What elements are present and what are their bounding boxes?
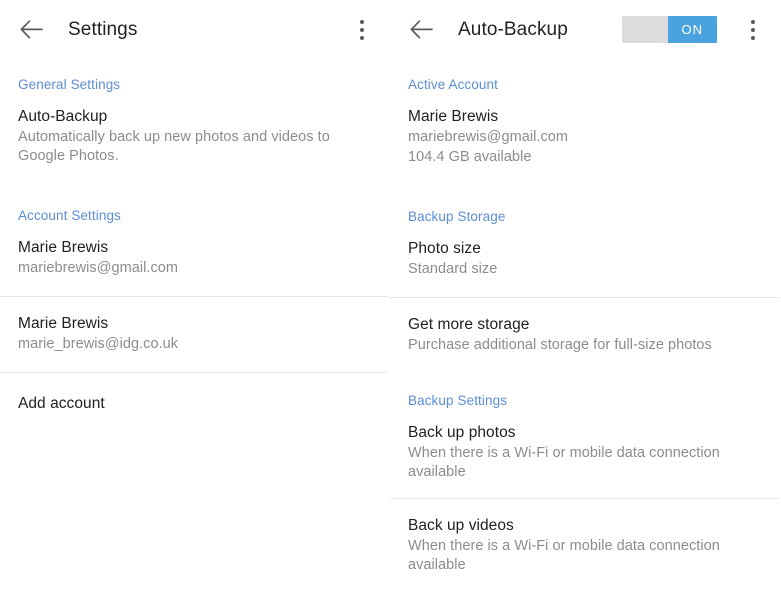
row-active-account[interactable]: Marie Brewis mariebrewis@gmail.com 104.4… <box>390 96 781 179</box>
row-title: Marie Brewis <box>18 239 109 256</box>
toggle-state-label: ON <box>681 22 704 37</box>
row-title: Auto-Backup <box>18 108 108 125</box>
more-vertical-icon <box>751 18 755 42</box>
page-title: Settings <box>68 18 138 40</box>
row-title: Marie Brewis <box>18 315 109 332</box>
settings-content: General Settings Auto-Backup Automatical… <box>0 59 390 434</box>
row-get-more-storage[interactable]: Get more storage Purchase additional sto… <box>390 298 781 373</box>
back-button[interactable] <box>8 7 54 53</box>
overflow-menu-button[interactable] <box>733 6 773 54</box>
overflow-dot <box>360 27 364 32</box>
row-auto-backup[interactable]: Auto-Backup Automatically back up new ph… <box>0 96 390 178</box>
section-header-backup-storage: Backup Storage <box>408 209 506 224</box>
settings-appbar: Settings <box>0 0 390 59</box>
row-back-up-photos[interactable]: Back up photos When there is a Wi-Fi or … <box>390 412 781 498</box>
page-title: Auto-Backup <box>458 18 568 40</box>
auto-backup-content: Active Account Marie Brewis mariebrewis@… <box>390 59 781 587</box>
row-subtitle: mariebrewis@gmail.com <box>18 260 178 276</box>
settings-panel: Settings General Settings Auto-Backup Au… <box>0 0 390 590</box>
row-back-up-videos[interactable]: Back up videos When there is a Wi-Fi or … <box>390 499 781 587</box>
row-title: Back up videos <box>408 517 514 534</box>
row-title: Photo size <box>408 240 481 257</box>
row-title: Get more storage <box>408 316 530 333</box>
overflow-dot <box>751 35 755 40</box>
settings-screen: Settings General Settings Auto-Backup Au… <box>0 0 781 590</box>
section-header-general-settings: General Settings <box>18 77 121 92</box>
row-subtitle: marie_brewis@idg.co.uk <box>18 336 179 352</box>
arrow-left-icon <box>410 20 433 39</box>
row-subtitle: Standard size <box>408 261 498 277</box>
auto-backup-panel: Auto-Backup ON Active Account Marie Brew… <box>390 0 781 590</box>
overflow-dot <box>751 19 755 24</box>
row-title: Marie Brewis <box>408 108 499 125</box>
section-header-active-account: Active Account <box>408 77 498 92</box>
row-subtitle: Automatically back up new photos and vid… <box>18 129 330 164</box>
row-account-idg[interactable]: Marie Brewis marie_brewis@idg.co.uk <box>0 297 390 372</box>
overflow-dot <box>360 19 364 24</box>
overflow-menu-button[interactable] <box>342 6 382 54</box>
row-subtitle: When there is a Wi-Fi or mobile data con… <box>408 538 720 573</box>
arrow-left-icon <box>20 20 43 39</box>
row-add-account[interactable]: Add account <box>0 373 390 434</box>
row-title: Back up photos <box>408 424 516 441</box>
row-title: Add account <box>18 395 105 412</box>
overflow-dot <box>360 35 364 40</box>
overflow-dot <box>751 27 755 32</box>
row-subtitle: When there is a Wi-Fi or mobile data con… <box>408 445 720 480</box>
more-vertical-icon <box>360 18 364 42</box>
row-subtitle-storage: 104.4 GB available <box>408 149 532 165</box>
section-header-backup-settings: Backup Settings <box>408 393 508 408</box>
row-subtitle-email: mariebrewis@gmail.com <box>408 129 568 145</box>
row-account-gmail[interactable]: Marie Brewis mariebrewis@gmail.com <box>0 227 390 296</box>
auto-backup-appbar: Auto-Backup ON <box>390 0 781 59</box>
toggle-track-off <box>622 16 668 43</box>
section-header-account-settings: Account Settings <box>18 208 121 223</box>
auto-backup-toggle[interactable]: ON <box>622 16 717 43</box>
row-photo-size[interactable]: Photo size Standard size <box>390 228 781 297</box>
row-subtitle: Purchase additional storage for full-siz… <box>408 337 712 353</box>
toggle-track-on: ON <box>667 16 717 43</box>
back-button[interactable] <box>398 7 444 53</box>
